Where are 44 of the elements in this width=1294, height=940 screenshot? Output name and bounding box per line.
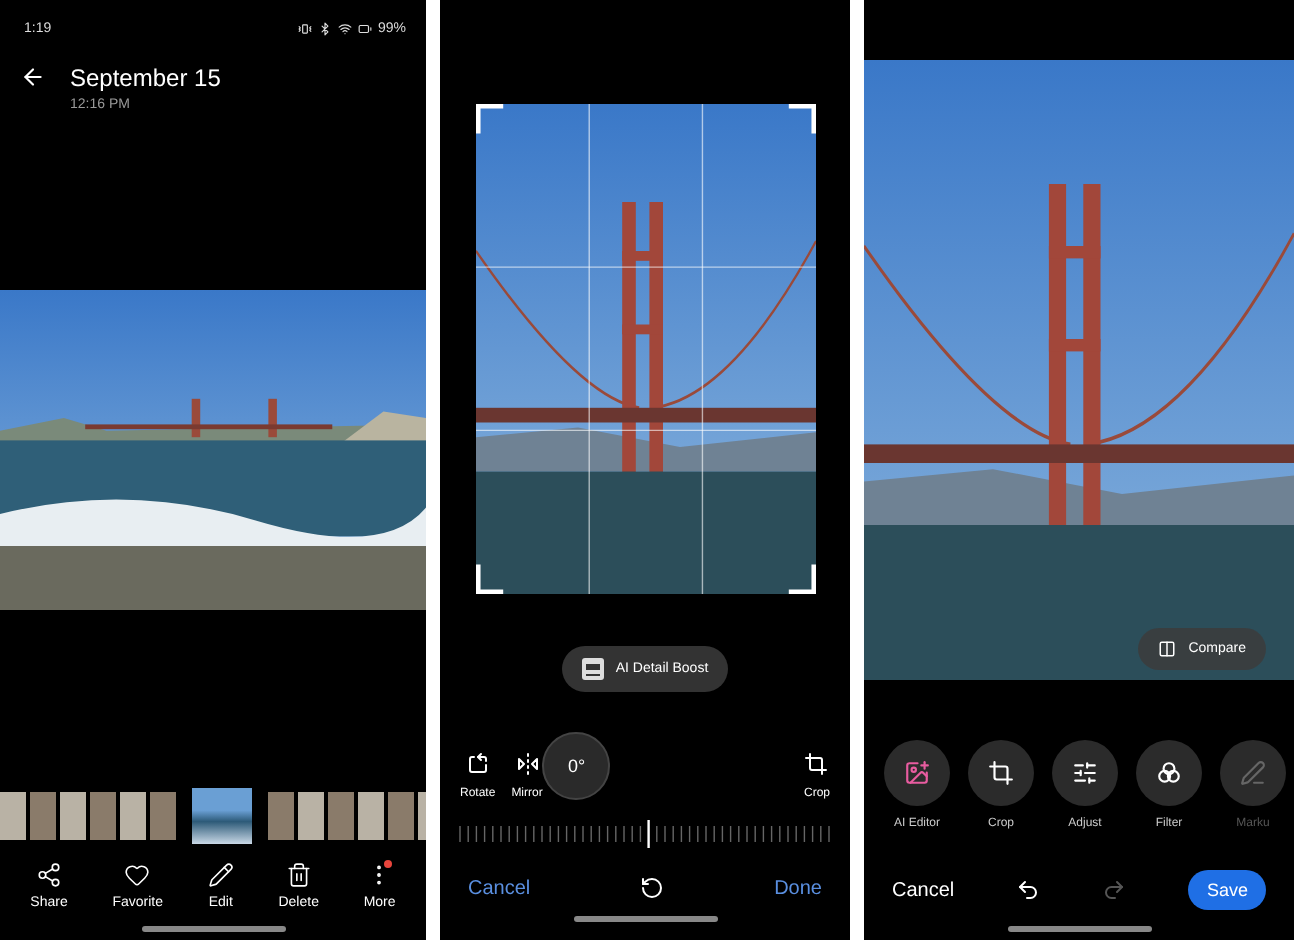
photo-thumbnail[interactable] bbox=[268, 792, 294, 840]
home-indicator bbox=[573, 916, 717, 922]
circles-icon bbox=[1156, 760, 1182, 786]
crop-icon bbox=[804, 752, 829, 776]
wifi-icon bbox=[337, 21, 352, 35]
reset-button[interactable] bbox=[640, 876, 665, 900]
photo-thumbnail[interactable] bbox=[120, 792, 146, 840]
photo-thumbnail[interactable] bbox=[192, 788, 252, 844]
photo-thumbnail[interactable] bbox=[328, 792, 354, 840]
photo-thumbnail[interactable] bbox=[358, 792, 384, 840]
angle-dial[interactable]: 0° bbox=[542, 732, 611, 800]
photo-thumbnail[interactable] bbox=[30, 792, 56, 840]
share-icon bbox=[36, 862, 63, 888]
pen-icon bbox=[1240, 760, 1266, 786]
split-view-icon bbox=[1158, 640, 1177, 658]
bluetooth-icon bbox=[317, 21, 332, 35]
pencil-icon bbox=[207, 862, 234, 888]
cancel-button[interactable]: Cancel bbox=[468, 877, 531, 899]
save-button[interactable]: Save bbox=[1188, 870, 1266, 910]
4k-chip-icon bbox=[581, 658, 604, 680]
photo-thumbnail[interactable] bbox=[150, 792, 176, 840]
battery-icon bbox=[357, 21, 372, 35]
heart-icon bbox=[124, 862, 151, 888]
photo-thumbnail[interactable] bbox=[60, 792, 86, 840]
angle-ruler[interactable] bbox=[455, 820, 835, 848]
trash-icon bbox=[285, 862, 312, 888]
undo-button[interactable] bbox=[1016, 878, 1041, 902]
back-button[interactable] bbox=[20, 64, 46, 90]
mirror-icon bbox=[515, 752, 540, 776]
cancel-button[interactable]: Cancel bbox=[892, 879, 955, 901]
photo-thumbnail[interactable] bbox=[298, 792, 324, 840]
home-indicator bbox=[141, 926, 285, 932]
image-sparkle-icon bbox=[904, 760, 930, 786]
home-indicator bbox=[1007, 926, 1151, 932]
photo-date: September 15 bbox=[70, 64, 221, 92]
cropped-bridge-photo[interactable] bbox=[475, 104, 815, 594]
photo-thumbnail[interactable] bbox=[388, 792, 414, 840]
vibrate-icon bbox=[297, 21, 312, 35]
photo-thumbnail[interactable] bbox=[0, 792, 26, 840]
sliders-icon bbox=[1072, 760, 1098, 786]
crop-icon bbox=[988, 760, 1014, 786]
photo-thumbnail[interactable] bbox=[90, 792, 116, 840]
done-button[interactable]: Done bbox=[774, 877, 822, 899]
rotate-icon bbox=[465, 752, 490, 776]
